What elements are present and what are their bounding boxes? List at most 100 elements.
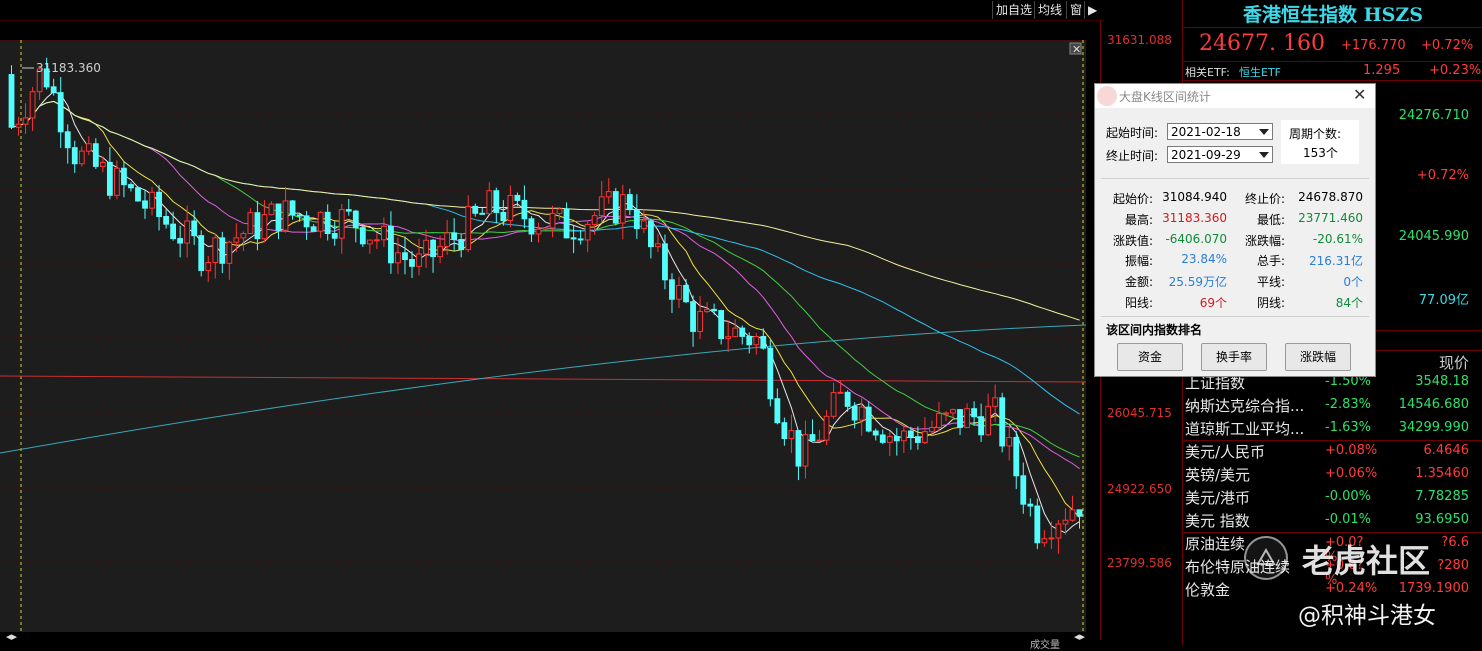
add-watchlist-button[interactable]: 加自选 xyxy=(992,1,1035,19)
candle-up xyxy=(704,308,711,313)
candle-down xyxy=(156,191,162,217)
quote-name: 美元 指数 xyxy=(1185,512,1250,530)
kline-chart-panel[interactable]: 31183.360 ✕ xyxy=(0,40,1086,632)
rank-fund-button[interactable]: 资金 xyxy=(1117,343,1183,371)
candle-up xyxy=(900,430,907,442)
candle-down xyxy=(106,161,113,196)
candle-down xyxy=(359,227,366,245)
candle-down xyxy=(746,335,753,346)
candle-down xyxy=(872,430,879,436)
quote-change: +0.08% xyxy=(1325,443,1378,458)
candle-down xyxy=(219,237,226,264)
candle-down xyxy=(451,232,458,241)
quote-change: -1.63% xyxy=(1325,420,1371,435)
candle-down xyxy=(914,436,921,443)
etf-name[interactable]: 恒生ETF xyxy=(1239,64,1281,80)
stat-label: 平线: xyxy=(1256,275,1285,289)
candle-down xyxy=(760,336,767,349)
chart-toolbar: 加自选 均线 窗 ▶ xyxy=(0,0,1104,21)
quote-price: 7.78285 xyxy=(1415,489,1469,504)
candle-down xyxy=(170,223,177,240)
scroll-left-icon[interactable]: ◂▸ xyxy=(6,630,17,643)
quote-row[interactable]: 道琼斯工业平均... -1.63% 34299.990 xyxy=(1183,418,1482,440)
etf-change-pct: +0.23% xyxy=(1429,63,1482,78)
side-value: 24045.990 xyxy=(1398,229,1469,244)
stat-close: 24678.870 xyxy=(1298,190,1363,204)
last-price: 24677. 160 xyxy=(1199,31,1325,56)
stat-high: 31183.360 xyxy=(1162,211,1227,225)
candle-down xyxy=(957,409,963,428)
candle-down xyxy=(739,327,746,337)
quote-row[interactable]: 美元/港币 -0.00% 7.78285 xyxy=(1183,487,1482,509)
candle-up xyxy=(697,311,703,332)
quote-price: 1.35460 xyxy=(1415,466,1469,481)
candle-up xyxy=(802,434,809,467)
end-date-select[interactable]: 2021-09-29 xyxy=(1167,146,1273,163)
candle-up xyxy=(788,430,795,440)
candle-up xyxy=(655,243,661,248)
rank-turnover-button[interactable]: 换手率 xyxy=(1201,343,1267,371)
candle-down xyxy=(633,209,640,230)
candle-up xyxy=(114,167,120,196)
collapse-panel-icon[interactable]: ▶ xyxy=(1084,1,1103,19)
start-date-select[interactable]: 2021-02-18 xyxy=(1167,123,1273,140)
quote-change: -0.00% xyxy=(1325,489,1371,504)
side-value: 77.09亿 xyxy=(1418,293,1469,308)
candle-down xyxy=(135,187,141,202)
stat-down-bars: 84个 xyxy=(1335,296,1363,310)
candle-up xyxy=(753,336,760,346)
dialog-close-button[interactable]: ✕ xyxy=(1353,85,1366,104)
candle-down xyxy=(851,405,858,421)
candle-up xyxy=(380,225,387,241)
dialog-titlebar[interactable]: 大盘K线区间统计 ✕ xyxy=(1095,84,1375,108)
candle-up xyxy=(619,194,626,224)
rank-change-button[interactable]: 涨跌幅 xyxy=(1285,343,1351,371)
candle-down xyxy=(458,239,465,251)
peak-label: 31183.360 xyxy=(36,61,101,75)
y-tick: 26045.715 xyxy=(1107,406,1172,420)
ma-lines-button[interactable]: 均线 xyxy=(1034,1,1065,19)
candle-down xyxy=(479,212,486,215)
price-change: +176.770 xyxy=(1341,38,1406,53)
candle-down xyxy=(142,200,148,209)
candle-up xyxy=(992,397,999,407)
candle-up xyxy=(423,239,429,255)
candle-up xyxy=(15,123,22,128)
candle-down xyxy=(1034,505,1041,544)
candle-down xyxy=(303,215,310,228)
quote-row[interactable]: 英镑/美元 +0.06% 1.35460 xyxy=(1183,464,1482,486)
quote-row[interactable]: 美元 指数 -0.01% 93.6950 xyxy=(1183,510,1482,532)
candle-up xyxy=(240,233,247,239)
rank-title: 该区间内指数排名 xyxy=(1106,323,1203,337)
quote-price: 3548.18 xyxy=(1415,374,1469,389)
candle-up xyxy=(465,205,472,251)
candle-down xyxy=(683,284,689,303)
candle-up xyxy=(1006,436,1013,447)
candle-down xyxy=(893,436,900,442)
quote-row[interactable]: 美元/人民币 +0.08% 6.4646 xyxy=(1183,441,1482,463)
candle-down xyxy=(662,243,668,281)
candle-up xyxy=(366,239,373,245)
candle-up xyxy=(507,194,514,222)
scroll-right-icon[interactable]: ◂▸ xyxy=(1074,630,1085,643)
candle-up xyxy=(205,261,212,271)
candle-down xyxy=(121,167,127,186)
candle-down xyxy=(626,194,633,211)
stat-label: 最高: xyxy=(1124,213,1153,227)
candle-up xyxy=(437,245,444,258)
window-button[interactable]: 窗 xyxy=(1066,1,1085,19)
quote-price: 6.4646 xyxy=(1423,443,1470,458)
side-value: 24276.710 xyxy=(1398,108,1469,123)
candle-up xyxy=(1062,519,1069,525)
candle-down xyxy=(198,235,205,271)
candle-down xyxy=(310,226,317,232)
candle-up xyxy=(950,409,956,414)
candle-up xyxy=(212,237,219,263)
candle-up xyxy=(943,412,949,415)
kline-chart[interactable]: 31183.360 ✕ xyxy=(0,40,1086,632)
candle-up xyxy=(29,91,36,119)
candle-up xyxy=(830,392,837,417)
candle-up xyxy=(584,223,591,241)
quote-row[interactable]: 纳斯达克综合指... -2.83% 14546.680 xyxy=(1183,395,1482,417)
candle-down xyxy=(865,406,872,432)
